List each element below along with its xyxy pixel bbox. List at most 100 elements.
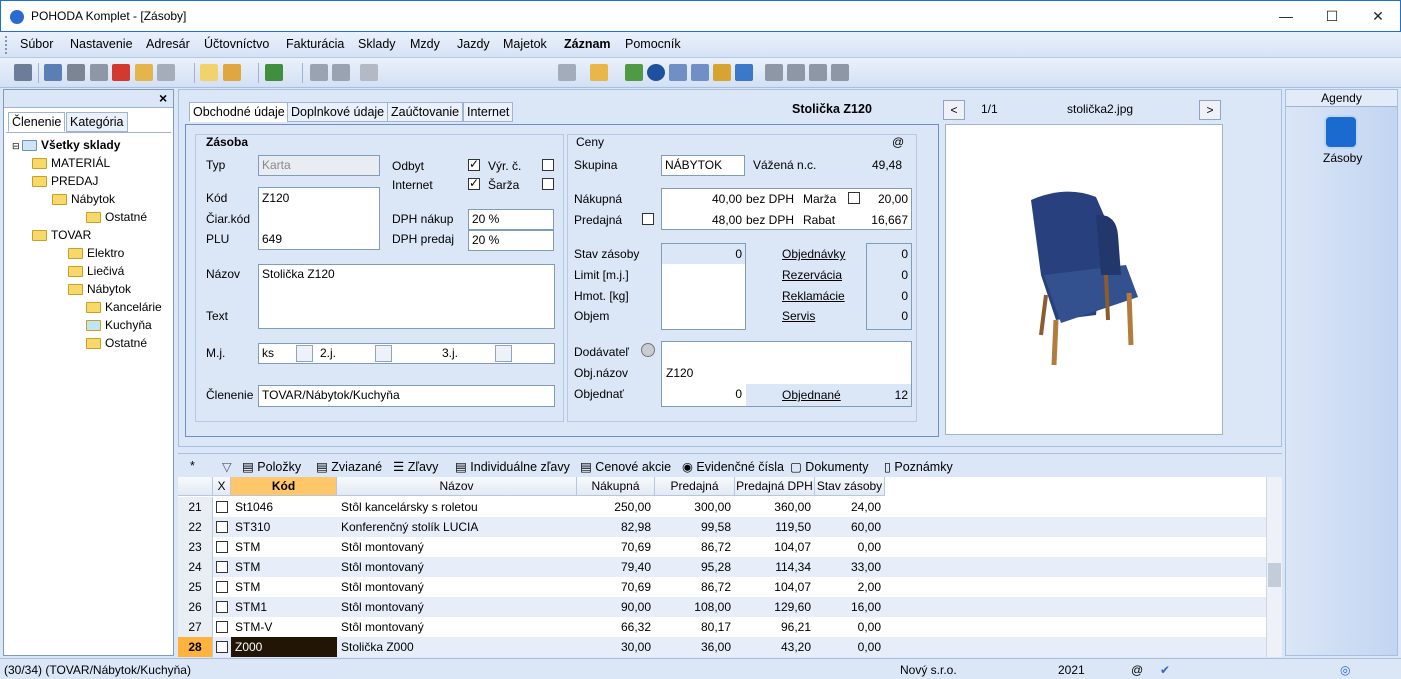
back-arrow-icon[interactable]	[265, 64, 283, 81]
vertical-scrollbar[interactable]	[1266, 477, 1282, 657]
row-checkbox[interactable]	[216, 621, 228, 633]
product-image[interactable]	[945, 124, 1223, 435]
pdf-icon[interactable]	[112, 64, 130, 81]
agenda-list-icon[interactable]	[14, 64, 32, 81]
reklamacie-link[interactable]: Reklamácie	[782, 289, 845, 303]
print-icon[interactable]	[67, 64, 85, 81]
marza-value[interactable]: 20,00	[862, 192, 908, 206]
tab-poznamky[interactable]: ▯ Poznámky	[884, 459, 953, 474]
tree-item-tovar[interactable]: TOVAR	[32, 228, 91, 242]
menu-sklady[interactable]: Sklady	[358, 37, 396, 51]
coins-icon[interactable]	[713, 64, 731, 81]
money-icon[interactable]	[625, 64, 643, 81]
mj-value[interactable]: ks	[262, 346, 274, 360]
tab-obchodne-udaje[interactable]: Obchodné údaje	[189, 102, 289, 122]
objnazov-value[interactable]: Z120	[666, 366, 693, 380]
tree-item-liecive[interactable]: Liečivá	[68, 264, 124, 278]
sarza-extra-checkbox[interactable]	[542, 178, 554, 190]
dph-nakup-select[interactable]: 20 %	[468, 209, 554, 230]
clenenie-select[interactable]: TOVAR/Nábytok/Kuchyňa	[258, 385, 555, 407]
filter-icon[interactable]	[558, 64, 576, 81]
predajna-value[interactable]: 48,00	[666, 213, 742, 227]
menu-uctovnictvo[interactable]: Účtovníctvo	[204, 37, 269, 51]
note-icon[interactable]	[809, 64, 827, 81]
tab-internet[interactable]: Internet	[463, 102, 514, 122]
table-row[interactable]: 23 STM Stôl montovaný 70,69 86,72 104,07 0,00	[178, 537, 1266, 557]
nakupna-value[interactable]: 40,00	[666, 192, 742, 206]
menu-jazdy[interactable]: Jazdy	[457, 37, 490, 51]
menu-zaznam[interactable]: Záznam	[564, 37, 611, 51]
column-header-x[interactable]: X	[213, 477, 231, 496]
tree-item-kuchyna[interactable]: Kuchyňa	[86, 318, 152, 332]
menu-adresar[interactable]: Adresár	[146, 37, 190, 51]
tab-zlavy[interactable]: ☰ Zľavy	[393, 459, 438, 474]
row-checkbox[interactable]	[216, 581, 228, 593]
close-button[interactable]: ✕	[1355, 1, 1401, 32]
objednane-link[interactable]: Objednané	[782, 388, 841, 402]
menu-pomocnik[interactable]: Pomocník	[625, 37, 681, 51]
rabat-value[interactable]: 16,667	[862, 213, 908, 227]
list-icon[interactable]	[787, 64, 805, 81]
plu-value[interactable]: 649	[262, 232, 282, 246]
tab-cenove-akcie[interactable]: ▤ Cenové akcie	[580, 459, 671, 474]
table-row[interactable]: 24 STM Stôl montovaný 79,40 95,28 114,34 33,00	[178, 557, 1266, 577]
tab-zviazane[interactable]: ▤ Zviazané	[316, 459, 382, 474]
table-row[interactable]: 25 STM Stôl montovaný 70,69 86,72 104,07 2,00	[178, 577, 1266, 597]
at-icon[interactable]: @	[892, 135, 904, 149]
new-record-icon[interactable]	[200, 64, 218, 81]
euro-icon[interactable]	[647, 64, 665, 81]
column-header-kod[interactable]: Kód	[231, 477, 337, 496]
menu-subor[interactable]: Súbor	[20, 37, 53, 51]
iban-icon[interactable]	[735, 64, 753, 81]
export-icon[interactable]	[135, 64, 153, 81]
mj3-picker-button[interactable]	[495, 345, 512, 362]
scrollbar-thumb[interactable]	[1268, 563, 1281, 587]
tab-clenenie[interactable]: Členenie	[8, 112, 66, 132]
status-at-icon[interactable]: @	[1131, 663, 1143, 677]
dph-predaj-select[interactable]: 20 %	[468, 230, 554, 251]
row-checkbox[interactable]	[216, 541, 228, 553]
tree-item-predaj[interactable]: PREDAJ	[32, 174, 98, 188]
supplier-icon[interactable]	[641, 343, 655, 357]
table-row[interactable]: 28 Z000 Stolička Z000 30,00 36,00 43,20 0,00	[178, 637, 1266, 657]
minimize-button[interactable]: —	[1263, 1, 1309, 32]
tab-doplnkove-udaje[interactable]: Doplnkové údaje	[287, 102, 389, 122]
row-checkbox[interactable]	[216, 601, 228, 613]
rezervacia-link[interactable]: Rezervácia	[782, 268, 842, 282]
tab-kategoria[interactable]: Kategória	[66, 112, 128, 132]
filter-icon[interactable]: ▽	[222, 459, 232, 474]
sarza-checkbox[interactable]	[468, 176, 480, 190]
printer-dropdown-icon[interactable]	[157, 64, 175, 81]
typ-select[interactable]: Karta	[258, 155, 380, 176]
vyr-checkbox[interactable]	[468, 157, 480, 171]
skupina-select[interactable]: NÁBYTOK	[661, 155, 745, 176]
row-checkbox[interactable]	[216, 561, 228, 573]
table-row[interactable]: 21 St1046 Stôl kancelársky s roletou 250,00…	[178, 497, 1266, 517]
zasoby-agenda-icon[interactable]	[1324, 115, 1358, 149]
menu-nastavenie[interactable]: Nastavenie	[70, 37, 133, 51]
mj2-picker-button[interactable]	[375, 345, 392, 362]
kod-value[interactable]: Z120	[262, 191, 289, 205]
help-icon[interactable]	[831, 64, 849, 81]
row-checkbox[interactable]	[216, 521, 228, 533]
folder-icon[interactable]	[590, 64, 608, 81]
copy-icon[interactable]	[360, 64, 378, 81]
tree-item-vsetky-sklady[interactable]: ⊟ Všetky sklady	[12, 138, 120, 152]
tab-dokumenty[interactable]: ▢ Dokumenty	[790, 459, 869, 474]
message-icon[interactable]	[765, 64, 783, 81]
maximize-button[interactable]: ☐	[1309, 1, 1355, 32]
mj-picker-button[interactable]	[296, 345, 313, 362]
column-header-nakupna[interactable]: Nákupná	[577, 477, 655, 496]
open-icon[interactable]	[44, 64, 62, 81]
preview-icon[interactable]	[90, 64, 108, 81]
table-icon[interactable]	[691, 64, 709, 81]
tab-zauctovanie[interactable]: Zaúčtovanie	[387, 102, 464, 122]
tree-item-nabytok[interactable]: Nábytok	[52, 192, 115, 206]
next-image-button[interactable]: >	[1199, 100, 1221, 120]
vyr-extra-checkbox[interactable]	[542, 159, 554, 171]
table-row[interactable]: 27 STM-V Stôl montovaný 66,32 80,17 96,21 0,00	[178, 617, 1266, 637]
check-icon[interactable]: ✔	[1160, 663, 1170, 677]
tree-item-nabytok-tovar[interactable]: Nábytok	[68, 282, 131, 296]
tree-item-ostatne[interactable]: Ostatné	[86, 210, 147, 224]
menu-fakturacia[interactable]: Fakturácia	[286, 37, 344, 51]
